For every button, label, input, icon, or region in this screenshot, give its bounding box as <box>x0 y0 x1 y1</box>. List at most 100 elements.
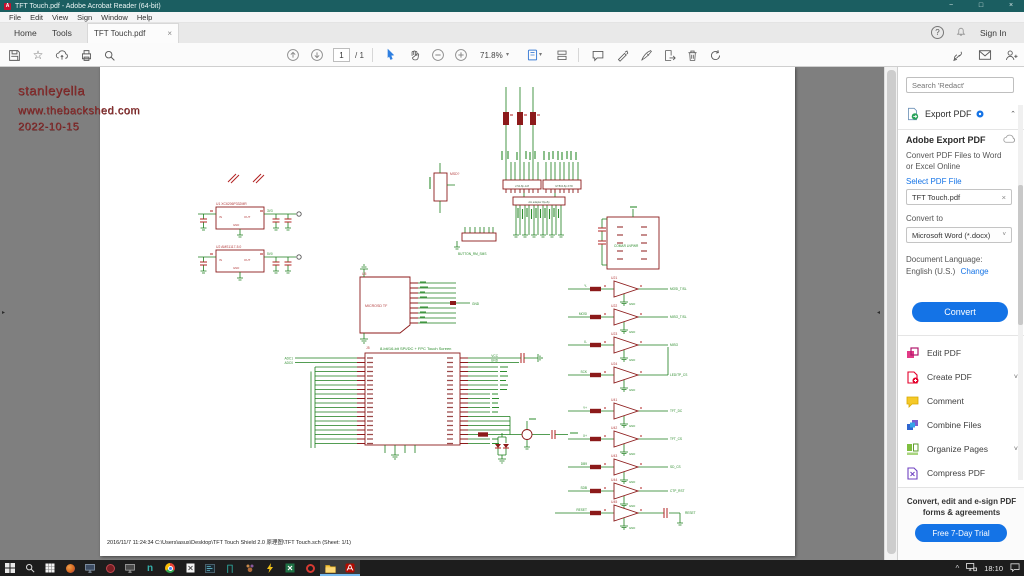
tool-create-pdf[interactable]: Create PDF ˅ <box>906 367 1018 387</box>
zoom-in-icon[interactable] <box>453 47 469 63</box>
change-language-link[interactable]: Change <box>961 267 989 276</box>
fit-caret-icon[interactable]: ▾ <box>539 51 542 58</box>
help-icon[interactable]: ? <box>931 26 944 39</box>
sign-tool-icon[interactable] <box>638 47 654 63</box>
zoom-level-value[interactable]: 71.8% <box>480 51 503 60</box>
schematic-label: 8-bit/16-bit SPI/DC + FPC Touch Screen <box>380 346 451 351</box>
export-pdf-header[interactable]: Export PDF ⌃ <box>906 105 1016 123</box>
schematic-label: MOSI <box>579 312 587 316</box>
tool-combine-files[interactable]: Combine Files <box>906 415 1018 435</box>
search-input[interactable] <box>906 77 1014 93</box>
taskbar-app-paw-icon[interactable] <box>240 560 260 576</box>
export-pdf-icon <box>906 107 919 121</box>
minimize-button[interactable]: − <box>938 0 964 12</box>
scrolling-mode-icon[interactable] <box>554 47 570 63</box>
left-panel-expand-icon[interactable]: ▸ <box>2 310 5 316</box>
clock[interactable]: 18:10 <box>984 564 1003 573</box>
menu-view[interactable]: View <box>52 13 68 22</box>
hand-tool-icon[interactable] <box>406 47 422 63</box>
page-number-input[interactable] <box>333 48 350 62</box>
close-button[interactable]: × <box>998 0 1024 12</box>
send-file-icon[interactable] <box>661 47 677 63</box>
action-center-icon[interactable] <box>1010 559 1020 576</box>
taskbar-app-terminal-icon[interactable] <box>200 560 220 576</box>
schematic-label: U5 <box>362 272 366 276</box>
bell-icon[interactable] <box>955 25 967 45</box>
network-icon[interactable] <box>966 559 977 576</box>
remove-file-icon[interactable]: × <box>1002 193 1006 202</box>
file-explorer-icon[interactable] <box>320 560 340 576</box>
schematic-label: GT834-8p-STD <box>555 184 573 188</box>
language-row: English (U.S.) Change <box>906 267 989 276</box>
highlight-tool-icon[interactable] <box>614 47 630 63</box>
scrollbar-thumb[interactable] <box>887 70 896 554</box>
star-icon[interactable]: ☆ <box>30 47 46 63</box>
schematic-label: GND <box>233 223 239 227</box>
email-icon[interactable] <box>977 47 993 63</box>
search-icon[interactable] <box>101 47 117 63</box>
taskbar-app-lightning-icon[interactable] <box>260 560 280 576</box>
taskbar-search-icon[interactable] <box>20 560 40 576</box>
maximize-button[interactable]: □ <box>968 0 994 12</box>
chevron-up-icon[interactable]: ⌃ <box>1010 110 1016 118</box>
tab-close-icon[interactable]: × <box>167 29 172 38</box>
select-pdf-file-link[interactable]: Select PDF File <box>906 177 962 186</box>
button-header: BUTTON_RM_SMS <box>454 227 496 256</box>
taskbar-app-monitor-icon[interactable] <box>80 560 100 576</box>
share-link-icon[interactable] <box>950 47 966 63</box>
opera-icon[interactable] <box>300 560 320 576</box>
selected-file-box[interactable]: TFT Touch.pdf × <box>906 189 1012 205</box>
next-page-icon[interactable] <box>309 47 325 63</box>
taskbar-app-grid-icon[interactable] <box>40 560 60 576</box>
tab-document[interactable]: TFT Touch.pdf × <box>87 23 179 43</box>
taskbar-app-document-icon[interactable] <box>180 560 200 576</box>
zoom-caret-icon[interactable]: ▾ <box>506 51 509 58</box>
schematic-label: GND <box>629 358 635 362</box>
format-select[interactable]: Microsoft Word (*.docx) ˅ <box>906 227 1012 243</box>
save-icon[interactable] <box>6 47 22 63</box>
schematic-label: TFT_DC <box>670 409 683 413</box>
taskbar-app-display-icon[interactable] <box>120 560 140 576</box>
sign-in-button[interactable]: Sign In <box>980 23 1006 43</box>
excel-icon[interactable] <box>280 560 300 576</box>
tool-compress-pdf[interactable]: Compress PDF <box>906 463 1018 483</box>
divider <box>898 129 1024 130</box>
start-button[interactable] <box>0 560 20 576</box>
schematic-label: U1 XC6206P332MR <box>216 202 247 206</box>
tool-label: Edit PDF <box>927 348 961 358</box>
menu-edit[interactable]: Edit <box>30 13 43 22</box>
tool-edit-pdf[interactable]: Edit PDF <box>906 343 1018 363</box>
menu-window[interactable]: Window <box>101 13 128 22</box>
comment-tool-icon[interactable] <box>590 47 606 63</box>
chrome-icon[interactable] <box>160 560 180 576</box>
document-scrollbar[interactable] <box>884 67 897 560</box>
delete-pages-icon[interactable] <box>684 47 700 63</box>
reload-icon[interactable] <box>707 47 723 63</box>
sidebar-scrollbar-thumb[interactable] <box>1018 185 1023 325</box>
tray-expand-icon[interactable]: ^ <box>955 564 959 573</box>
menu-sign[interactable]: Sign <box>77 13 92 22</box>
taskbar-app-notepad-icon[interactable]: n <box>140 560 160 576</box>
print-icon[interactable] <box>78 47 94 63</box>
right-panel-collapse-icon[interactable]: ◂ <box>877 310 880 316</box>
fit-page-icon[interactable] <box>524 47 540 63</box>
taskbar-app-record-icon[interactable] <box>100 560 120 576</box>
acrobat-taskbar-icon[interactable] <box>340 560 360 576</box>
zoom-out-icon[interactable] <box>430 47 446 63</box>
window-title: TFT Touch.pdf - Adobe Acrobat Reader (64… <box>15 3 161 10</box>
menu-file[interactable]: File <box>9 13 21 22</box>
previous-page-icon[interactable] <box>285 47 301 63</box>
invite-user-icon[interactable] <box>1003 47 1019 63</box>
tab-tools[interactable]: Tools <box>52 23 72 43</box>
convert-button[interactable]: Convert <box>912 302 1008 322</box>
taskbar-app-orange-icon[interactable] <box>60 560 80 576</box>
tool-organize-pages[interactable]: Organize Pages ˅ <box>906 439 1018 459</box>
select-tool-icon[interactable] <box>382 47 398 63</box>
tool-comment[interactable]: Comment <box>906 391 1018 411</box>
menu-help[interactable]: Help <box>137 13 152 22</box>
share-upload-icon[interactable] <box>54 47 70 63</box>
free-trial-button[interactable]: Free 7-Day Trial <box>915 524 1007 542</box>
taskbar-app-teal-icon[interactable]: ∏ <box>220 560 240 576</box>
sidebar-scrollbar[interactable] <box>1018 105 1023 480</box>
tab-home[interactable]: Home <box>14 23 37 43</box>
